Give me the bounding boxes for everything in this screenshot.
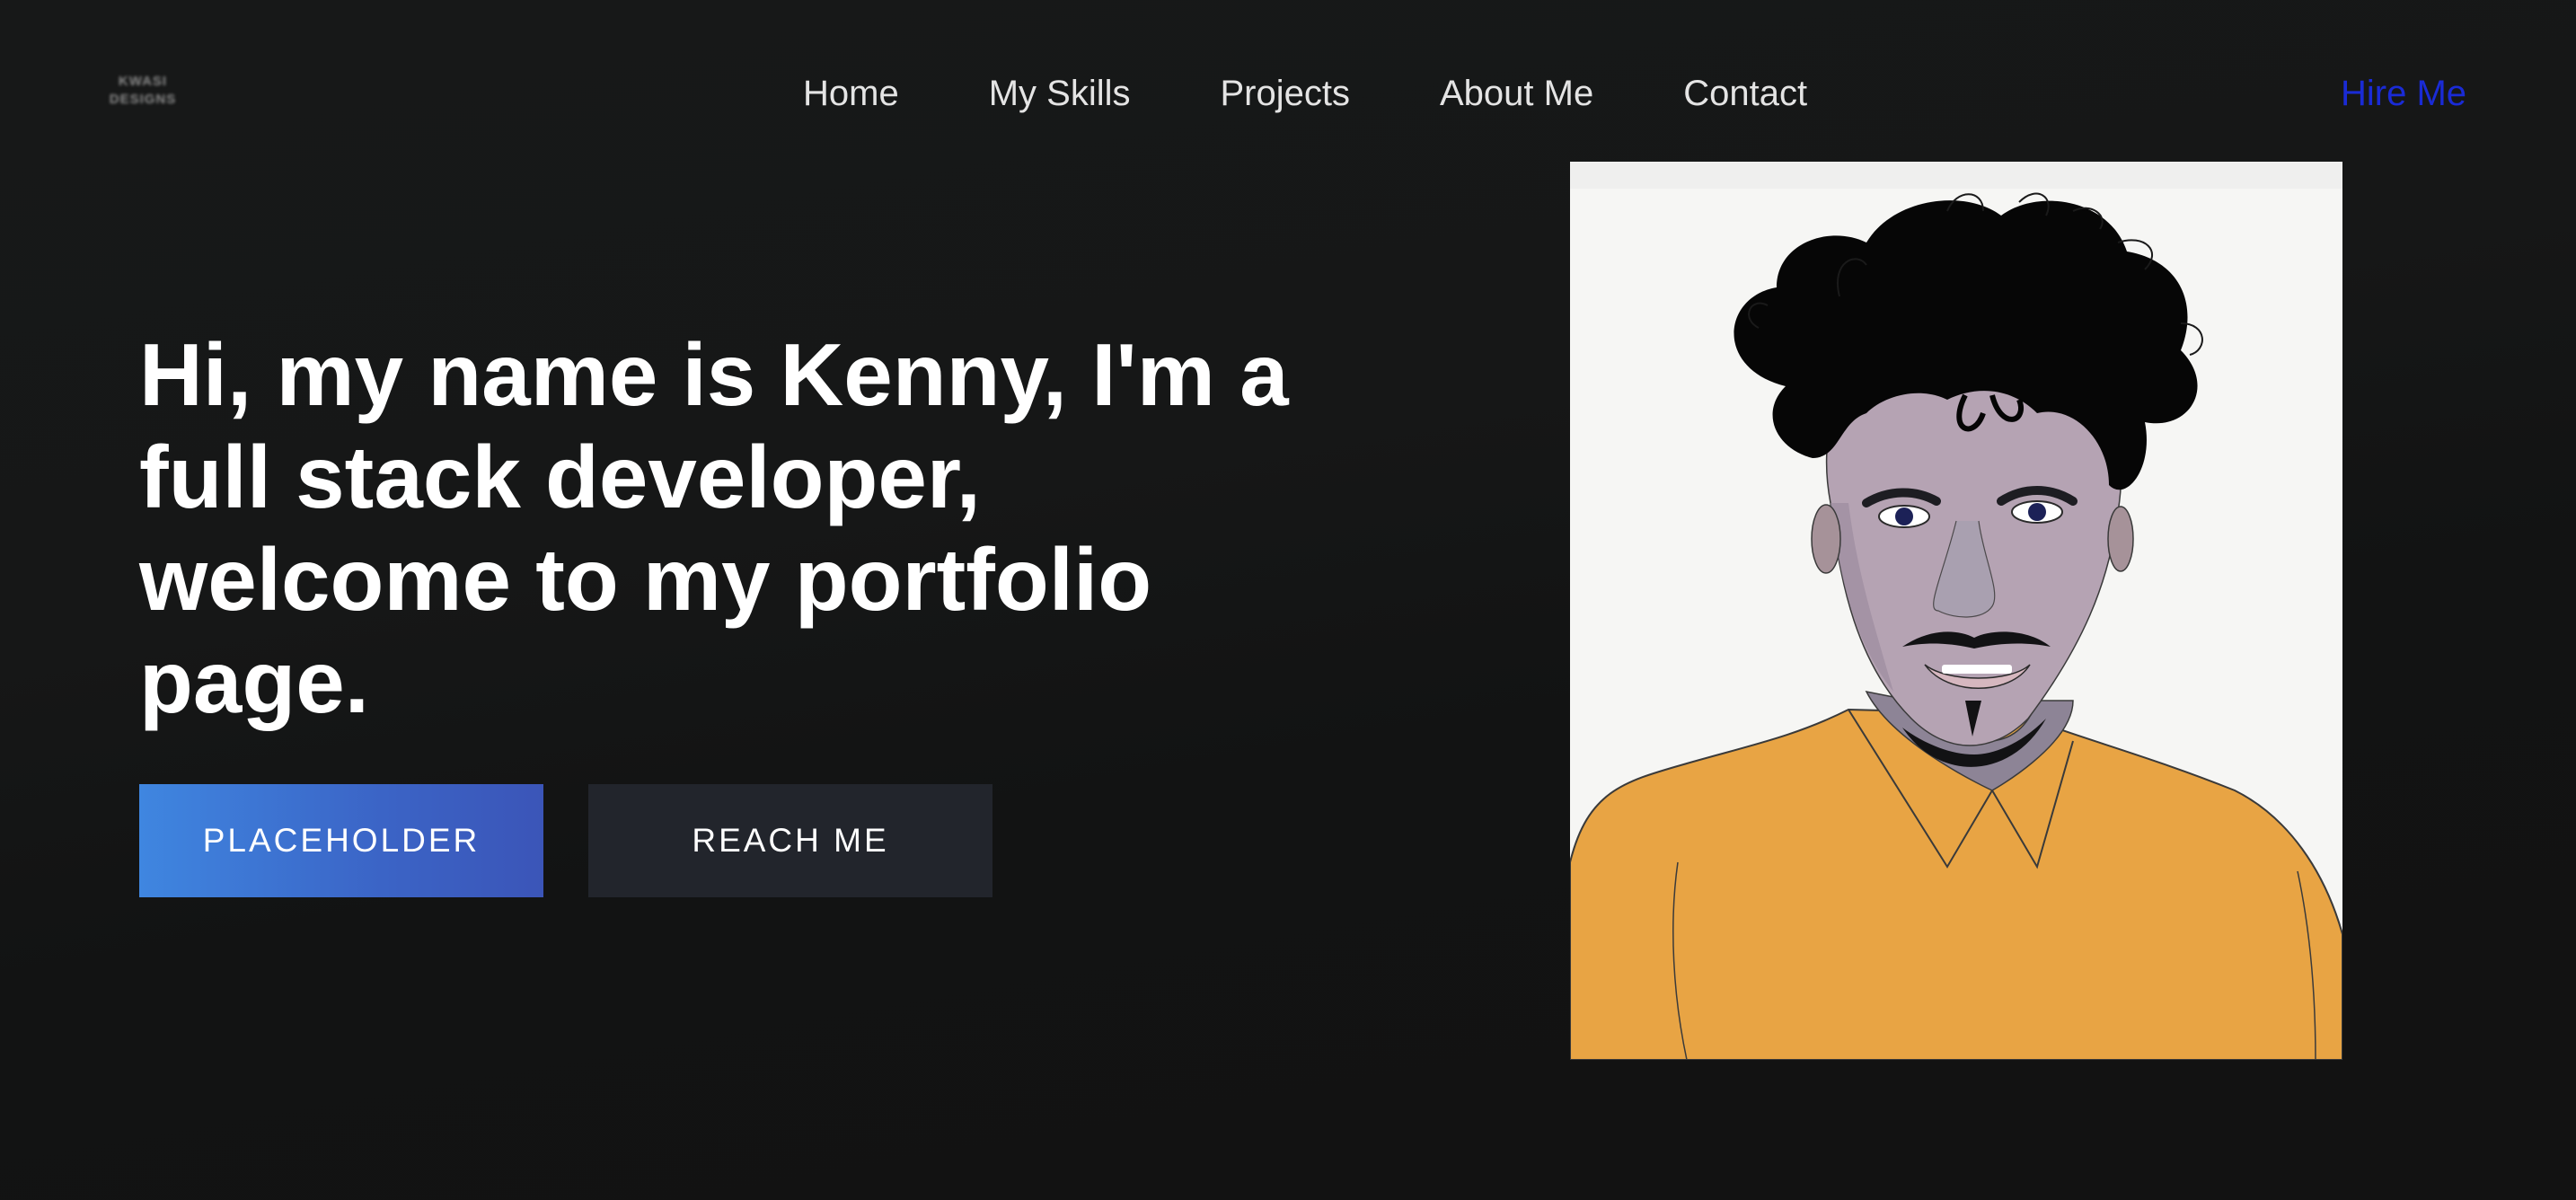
nav-my-skills[interactable]: My Skills <box>989 74 1131 114</box>
nav-contact[interactable]: Contact <box>1683 74 1807 114</box>
hire-me-link[interactable]: Hire Me <box>2341 66 2466 120</box>
logo-line-1: KWASI <box>118 74 168 89</box>
logo-line-2: DESIGNS <box>109 92 177 107</box>
hero-headline: Hi, my name is Kenny, I'm a full stack d… <box>139 325 1289 731</box>
main-nav: Home My Skills Projects About Me Contact <box>803 66 1807 120</box>
nav-projects[interactable]: Projects <box>1220 74 1350 114</box>
reach-me-button[interactable]: REACH ME <box>588 784 992 897</box>
placeholder-button[interactable]: PLACEHOLDER <box>139 784 543 897</box>
nav-about-me[interactable]: About Me <box>1440 74 1593 114</box>
nav-home[interactable]: Home <box>803 74 899 114</box>
site-logo[interactable]: KWASI DESIGNS <box>110 70 176 111</box>
portrait-illustration <box>1570 162 2342 1060</box>
